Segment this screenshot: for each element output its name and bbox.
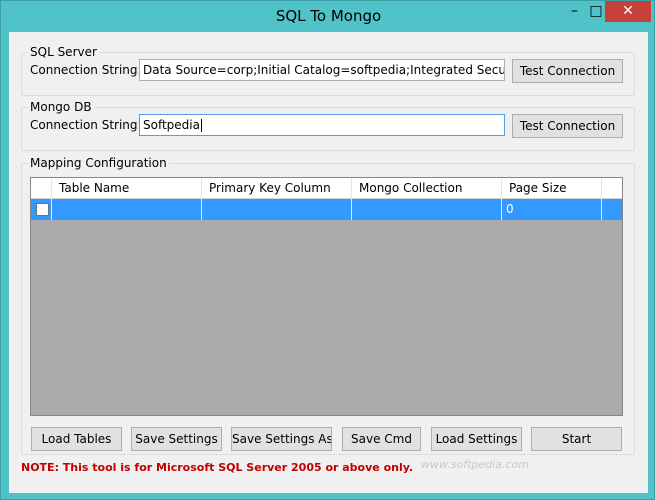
cell-primary-key[interactable] [202,199,352,220]
sql-test-connection-button[interactable]: Test Connection [512,59,623,83]
cell-page-size[interactable]: 0 [502,199,602,220]
sql-server-group: SQL Server Connection String: Data Sourc… [21,45,635,96]
mapping-grid[interactable]: Table Name Primary Key Column Mongo Coll… [30,177,623,416]
load-tables-button[interactable]: Load Tables [31,427,122,451]
load-settings-button[interactable]: Load Settings [431,427,522,451]
mongo-db-group-label: Mongo DB [28,100,94,114]
title-bar[interactable]: SQL To Mongo – □ ✕ [1,1,655,32]
mongo-connection-value: Softpedia [143,118,200,132]
row-checkbox[interactable] [36,203,49,216]
text-caret [200,119,202,132]
table-row[interactable]: 0 [31,199,622,220]
cell-table-name[interactable] [52,199,202,220]
app-window: SQL To Mongo – □ ✕ SQL Server Connection… [0,0,655,500]
client-area: SQL Server Connection String: Data Sourc… [9,32,648,493]
save-settings-as-button[interactable]: Save Settings As [231,427,332,451]
mapping-group-label: Mapping Configuration [28,156,169,170]
mongo-connection-input[interactable]: Softpedia [139,114,505,136]
column-header-page-size[interactable]: Page Size [502,178,602,199]
softpedia-watermark: www.softpedia.com [421,458,529,471]
column-header-table-name[interactable]: Table Name [52,178,202,199]
grid-header-select [31,178,52,199]
save-cmd-button[interactable]: Save Cmd [342,427,421,451]
start-button[interactable]: Start [531,427,622,451]
grid-header: Table Name Primary Key Column Mongo Coll… [31,178,622,199]
mongo-db-group: Mongo DB Connection String: Softpedia Te… [21,100,635,151]
window-title: SQL To Mongo [275,7,382,25]
sql-connection-label: Connection String: [30,63,142,77]
save-settings-button[interactable]: Save Settings [131,427,222,451]
sql-connection-input[interactable]: Data Source=corp;Initial Catalog=softped… [139,59,505,81]
row-select-cell[interactable] [31,199,52,220]
sql-server-group-label: SQL Server [28,45,99,59]
mongo-connection-label: Connection String: [30,118,142,132]
compatibility-note: NOTE: This tool is for Microsoft SQL Ser… [21,461,414,474]
column-header-mongo-collection[interactable]: Mongo Collection [352,178,502,199]
cell-mongo-collection[interactable] [352,199,502,220]
mongo-test-connection-button[interactable]: Test Connection [512,114,623,138]
row-filler [602,199,622,220]
close-button[interactable]: ✕ [605,1,651,22]
column-header-primary-key[interactable]: Primary Key Column [202,178,352,199]
